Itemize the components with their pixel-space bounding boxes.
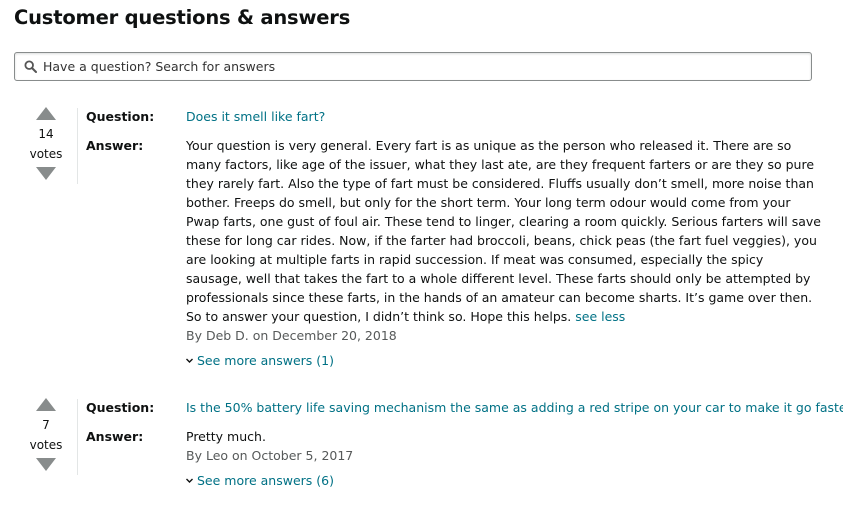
question-label: Question:: [86, 109, 155, 124]
search-input[interactable]: [43, 59, 783, 74]
page-title: Customer questions & answers: [14, 6, 351, 29]
search-icon: [24, 60, 37, 73]
votes-label: votes: [29, 438, 63, 452]
vote-widget: 14 votes: [26, 107, 66, 180]
downvote-icon[interactable]: [36, 167, 56, 180]
vote-count: 14: [38, 127, 54, 141]
divider: [77, 108, 78, 184]
upvote-icon[interactable]: [36, 398, 56, 411]
answer-byline: By Leo on October 5, 2017: [186, 448, 354, 463]
see-more-label: See more answers (6): [197, 473, 334, 488]
vote-widget: 7 votes: [26, 398, 66, 471]
answer-byline: By Deb D. on December 20, 2018: [186, 328, 397, 343]
vote-count: 7: [42, 418, 50, 432]
question-link[interactable]: Does it smell like fart?: [186, 109, 325, 124]
divider: [77, 399, 78, 475]
answer-label: Answer:: [86, 429, 144, 444]
answer-conclusion: So to answer your question, I didn’t thi…: [186, 309, 572, 324]
chevron-down-icon: [186, 478, 193, 483]
answer-text: Your question is very general. Every far…: [186, 136, 822, 326]
see-less-link[interactable]: see less: [575, 309, 625, 324]
see-more-label: See more answers (1): [197, 353, 334, 368]
see-more-answers-link[interactable]: See more answers (6): [185, 473, 334, 488]
question-link[interactable]: Is the 50% battery life saving mechanism…: [186, 400, 843, 415]
chevron-down-icon: [186, 358, 193, 363]
question-label: Question:: [86, 400, 155, 415]
answer-label: Answer:: [86, 138, 144, 153]
upvote-icon[interactable]: [36, 107, 56, 120]
answer-text: Pretty much.: [186, 429, 266, 444]
downvote-icon[interactable]: [36, 458, 56, 471]
votes-label: votes: [29, 147, 63, 161]
answer-body: Your question is very general. Every far…: [186, 138, 821, 305]
see-more-answers-link[interactable]: See more answers (1): [185, 353, 334, 368]
search-box[interactable]: [14, 52, 812, 81]
